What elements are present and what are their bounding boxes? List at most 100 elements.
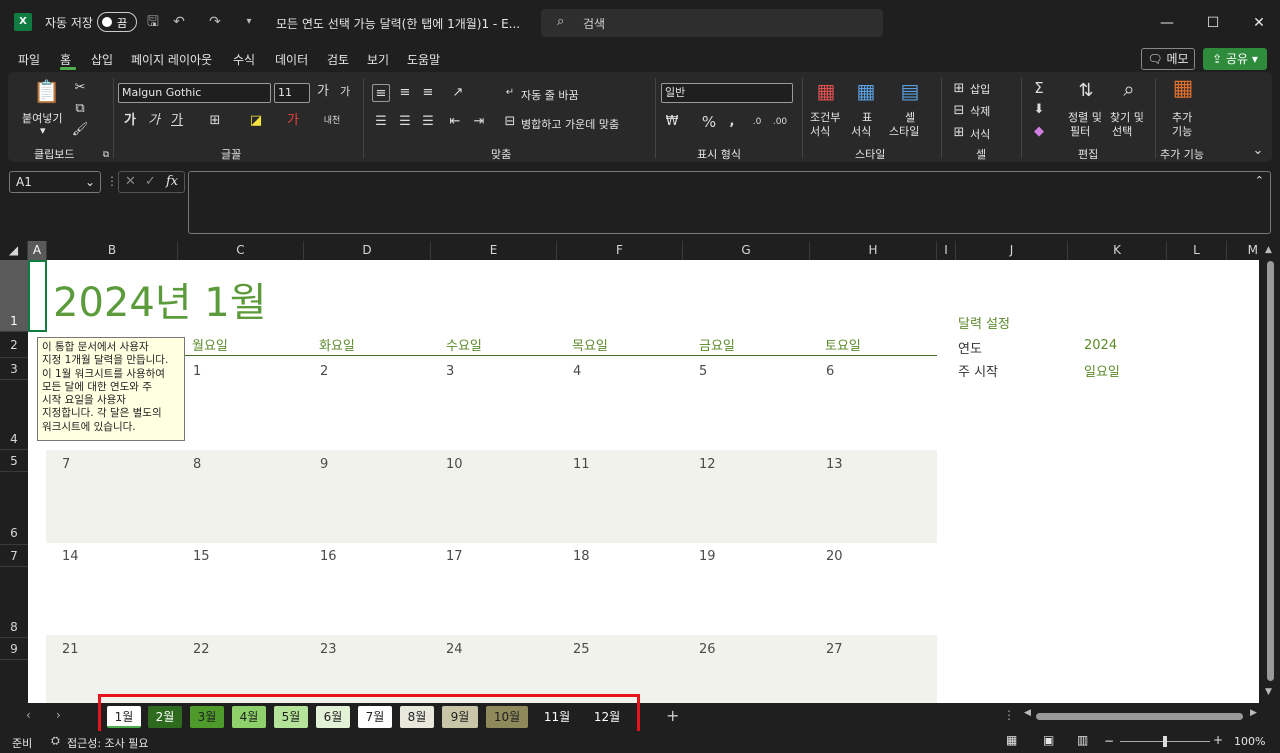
comma-style-icon[interactable]: , — [723, 113, 741, 131]
italic-icon[interactable]: 가 — [145, 112, 163, 130]
day-cell[interactable]: 18 — [573, 549, 590, 564]
vertical-scrollbar[interactable]: ▲ ▼ — [1260, 241, 1280, 703]
row-header-2[interactable]: 2 — [0, 332, 28, 358]
tab-formulas[interactable]: 수식 — [233, 51, 255, 68]
column-header-m[interactable]: M — [1227, 241, 1260, 260]
day-cell[interactable]: 26 — [699, 642, 716, 657]
name-box-dropdown-icon[interactable]: ⌄ — [85, 172, 95, 192]
day-cell[interactable]: 24 — [446, 642, 463, 657]
column-header-d[interactable]: D — [304, 241, 431, 260]
day-cell[interactable]: 3 — [446, 364, 454, 379]
column-header-a[interactable]: A — [28, 241, 47, 260]
page-break-view-icon[interactable]: ▥ — [1077, 733, 1088, 747]
row-header-9[interactable]: 9 — [0, 638, 28, 660]
column-header-c[interactable]: C — [178, 241, 304, 260]
increase-indent-icon[interactable]: ⇥ — [470, 113, 488, 131]
row-header-5[interactable]: 5 — [0, 450, 28, 472]
font-color-icon[interactable]: 가 — [284, 112, 302, 130]
insert-function-icon[interactable]: fx — [166, 174, 178, 189]
column-header-g[interactable]: G — [683, 241, 810, 260]
share-button[interactable]: ⇪ 공유 ▾ — [1203, 48, 1267, 70]
memo-button[interactable]: 🗨 메모 — [1141, 48, 1195, 70]
clear-icon[interactable]: ◆ — [1030, 123, 1048, 141]
percent-icon[interactable]: % — [700, 113, 718, 131]
day-cell[interactable]: 9 — [320, 457, 328, 472]
addins-label-2[interactable]: 기능 — [1172, 123, 1192, 139]
formula-input[interactable]: ⌃ — [188, 171, 1271, 234]
insert-cells-button[interactable]: 삽입 — [970, 81, 990, 97]
decrease-font-icon[interactable]: 가 — [336, 83, 354, 101]
bold-icon[interactable]: 가 — [121, 112, 139, 130]
zoom-in-icon[interactable]: + — [1213, 733, 1223, 747]
tab-data[interactable]: 데이터 — [275, 51, 308, 68]
format-as-table-icon[interactable]: ▦ — [854, 81, 878, 106]
name-box[interactable]: A1 ⌄ — [9, 171, 101, 193]
font-name-select[interactable]: Malgun Gothic — [118, 83, 271, 103]
delete-cells-icon[interactable]: ⊟ — [950, 102, 968, 120]
column-header-e[interactable]: E — [431, 241, 557, 260]
align-left-icon[interactable]: ☰ — [372, 113, 390, 131]
row-header-8[interactable]: 8 — [0, 567, 28, 638]
add-sheet-icon[interactable]: + — [666, 706, 679, 725]
more-tabs-icon[interactable]: ⋮ — [1003, 708, 1015, 722]
conditional-format-icon[interactable]: ▦ — [814, 81, 838, 106]
scroll-up-icon[interactable]: ▲ — [1265, 245, 1272, 255]
align-center-icon[interactable]: ☰ — [396, 113, 414, 131]
day-cell[interactable]: 15 — [193, 549, 210, 564]
tab-insert[interactable]: 삽입 — [91, 51, 113, 68]
day-cell[interactable]: 1 — [193, 364, 201, 379]
normal-view-icon[interactable]: ▦ — [1006, 733, 1017, 747]
wrap-text-button[interactable]: 자동 줄 바꿈 — [521, 87, 579, 103]
enter-icon[interactable]: ✓ — [145, 174, 156, 189]
tab-page-layout[interactable]: 페이지 레이아웃 — [131, 51, 212, 68]
horizontal-scroll-thumb[interactable] — [1036, 713, 1243, 720]
day-cell[interactable]: 16 — [320, 549, 337, 564]
column-header-j[interactable]: J — [956, 241, 1068, 260]
row-header-7[interactable]: 7 — [0, 545, 28, 567]
wrap-text-icon[interactable]: ↵ — [501, 84, 519, 102]
day-cell[interactable]: 12 — [699, 457, 716, 472]
redo-icon[interactable]: ↷ — [206, 13, 224, 31]
copy-icon[interactable]: ⧉ — [71, 100, 89, 118]
minimize-button[interactable]: — — [1155, 11, 1179, 35]
merge-center-button[interactable]: 병합하고 가운데 맞춤 — [521, 116, 619, 132]
prev-sheet-icon[interactable]: ‹ — [26, 708, 31, 722]
worksheet-grid[interactable]: 2024년 1월 월요일 화요일 수요일 목요일 금요일 토요일 1 2 3 4… — [28, 260, 1259, 703]
fill-color-icon[interactable]: ◪ — [247, 112, 265, 130]
vertical-scroll-thumb[interactable] — [1267, 261, 1274, 681]
find-select-icon[interactable]: ⌕ — [1116, 79, 1142, 106]
column-header-l[interactable]: L — [1167, 241, 1227, 260]
column-header-i[interactable]: I — [937, 241, 956, 260]
day-cell[interactable]: 23 — [320, 642, 337, 657]
day-cell[interactable]: 25 — [573, 642, 590, 657]
column-header-h[interactable]: H — [810, 241, 937, 260]
scroll-right-icon[interactable]: ▶ — [1250, 708, 1257, 718]
table-label-2[interactable]: 서식 — [851, 123, 871, 139]
row-header-3[interactable]: 3 — [0, 358, 28, 380]
paste-icon[interactable]: 📋 — [33, 80, 60, 106]
tab-review[interactable]: 검토 — [327, 51, 349, 68]
fill-icon[interactable]: ⬇ — [1030, 101, 1048, 119]
day-cell[interactable]: 8 — [193, 457, 201, 472]
tab-help[interactable]: 도움말 — [407, 51, 440, 68]
day-cell[interactable]: 10 — [446, 457, 463, 472]
page-layout-view-icon[interactable]: ▣ — [1043, 733, 1054, 747]
align-right-icon[interactable]: ☰ — [419, 113, 437, 131]
week-start-value[interactable]: 일요일 — [1084, 361, 1120, 380]
collapse-formula-icon[interactable]: ⌃ — [1255, 174, 1264, 187]
day-cell[interactable]: 14 — [62, 549, 79, 564]
day-cell[interactable]: 21 — [62, 642, 79, 657]
year-value[interactable]: 2024 — [1084, 338, 1117, 353]
column-header-f[interactable]: F — [557, 241, 683, 260]
insert-cells-icon[interactable]: ⊞ — [950, 80, 968, 98]
align-bottom-icon[interactable]: ≡ — [419, 84, 437, 102]
day-cell[interactable]: 22 — [193, 642, 210, 657]
phonetic-icon[interactable]: 내천 — [323, 112, 341, 130]
undo-icon[interactable]: ↶ — [170, 13, 188, 31]
align-top-icon[interactable]: ≡ — [372, 84, 390, 102]
close-button[interactable]: ✕ — [1247, 11, 1271, 35]
conditional-format-label-2[interactable]: 서식 — [810, 123, 830, 139]
save-icon[interactable]: 🖫 — [144, 13, 162, 31]
paste-dropdown-icon[interactable]: ▾ — [40, 124, 46, 137]
cell-styles-icon[interactable]: ▤ — [898, 81, 922, 106]
